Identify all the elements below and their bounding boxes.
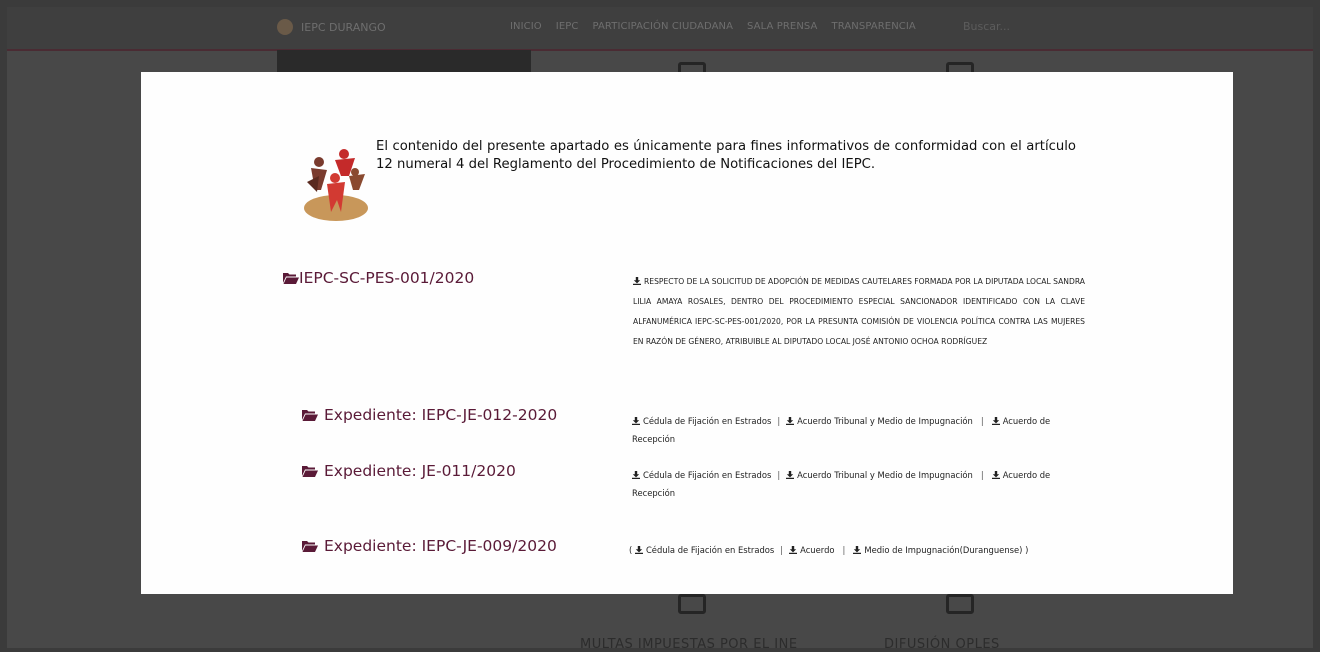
nav-item-participacion[interactable]: PARTICIPACIÓN CIUDADANA [592,21,733,32]
case-links: Cédula de Fijación en Estrados | Acuerdo T… [632,412,1062,448]
case-title[interactable]: Expediente: JE-011/2020 [302,462,516,480]
download-link[interactable]: Cédula de Fijación en Estrados [632,470,771,480]
download-link[interactable]: Acuerdo Tribunal y Medio de Impugnación [786,416,973,426]
separator: | [842,545,846,555]
download-link-label: Cédula de Fijación en Estrados [645,545,775,555]
case-title-text: Expediente: IEPC-JE-012-2020 [324,406,558,424]
download-link-label: Acuerdo Tribunal y Medio de Impugnación [797,416,973,426]
folder-open-icon [302,466,318,477]
download-icon [634,546,643,554]
download-icon [853,546,862,554]
folder-open-icon [283,273,299,284]
nav-item-iepc[interactable]: IEPC [556,21,579,32]
download-icon [786,471,795,479]
case-links: ( Cédula de Fijación en Estrados | Acuerdo… [629,541,1089,559]
download-link-label: Acuerdo Tribunal y Medio de Impugnación [797,470,973,480]
download-icon [991,471,1000,479]
separator: | [777,416,781,426]
download-link[interactable]: Cédula de Fijación en Estrados [632,416,771,426]
case-title-text: Expediente: JE-011/2020 [324,462,516,480]
case-links: Cédula de Fijación en Estrados | Acuerdo T… [632,466,1062,502]
download-link-label: Medio de Impugnación(Duranguense) [864,545,1023,555]
case-description-text: RESPECTO DE LA SOLICITUD DE ADOPCIÓN DE … [633,277,1085,346]
folder-open-icon [302,410,318,421]
download-link-label: Cédula de Fijación en Estrados [643,416,772,426]
separator: | [777,470,781,480]
separator: | [780,545,784,555]
brand-text: IEPC DURANGO [301,20,386,34]
bg-caption-multas: MULTAS IMPUESTAS POR EL INE [580,637,798,652]
brand-logo-icon [277,19,293,35]
brand[interactable]: IEPC DURANGO [277,19,386,35]
folder-icon [946,594,974,614]
download-link-label: Acuerdo [800,545,835,555]
iepc-logo-icon [304,149,368,221]
navbar: IEPC DURANGO INICIO IEPC PARTICIPACIÓN C… [7,7,1313,51]
download-link[interactable]: Acuerdo [789,545,835,555]
notice-modal: El contenido del presente apartado es ún… [141,72,1233,594]
download-icon [786,417,795,425]
case-title[interactable]: IEPC-SC-PES-001/2020 [283,269,474,287]
nav-item-inicio[interactable]: INICIO [510,21,542,32]
download-icon [991,417,1000,425]
folder-open-icon [302,541,318,552]
search-input[interactable]: Buscar... [963,20,1010,33]
download-icon [789,546,798,554]
download-link[interactable]: Medio de Impugnación(Duranguense) [853,545,1022,555]
separator: | [980,470,984,480]
notice-text: El contenido del presente apartado es ún… [376,139,1076,172]
nav-menu: INICIO IEPC PARTICIPACIÓN CIUDADANA SALA… [510,21,916,32]
case-title-text: IEPC-SC-PES-001/2020 [299,269,475,287]
download-icon [632,471,640,479]
case-title[interactable]: Expediente: IEPC-JE-012-2020 [302,406,557,424]
case-title-text: Expediente: IEPC-JE-009/2020 [324,537,557,555]
paren-open: ( [629,545,633,555]
nav-item-transparencia[interactable]: TRANSPARENCIA [832,21,916,32]
paren-close: ) [1025,545,1029,555]
download-icon [632,417,640,425]
download-icon [633,277,641,285]
download-link[interactable]: Cédula de Fijación en Estrados [634,545,775,555]
download-link-label: Cédula de Fijación en Estrados [643,470,772,480]
nav-item-sala-prensa[interactable]: SALA PRENSA [747,21,817,32]
case-description[interactable]: RESPECTO DE LA SOLICITUD DE ADOPCIÓN DE … [633,272,1085,352]
bg-caption-difusion: DIFUSIÓN OPLES [884,637,1000,652]
folder-icon [678,594,706,614]
case-title[interactable]: Expediente: IEPC-JE-009/2020 [302,537,557,555]
download-link[interactable]: Acuerdo Tribunal y Medio de Impugnación [786,470,973,480]
separator: | [980,416,984,426]
